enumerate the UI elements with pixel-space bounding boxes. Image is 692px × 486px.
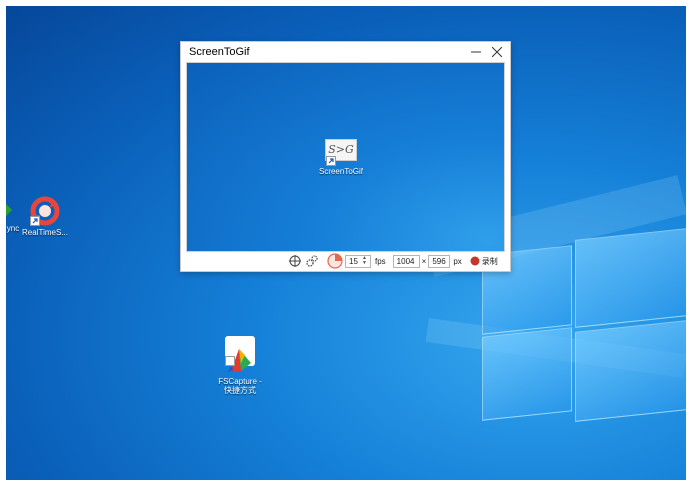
crosshair-icon [289,255,301,267]
close-button[interactable] [486,42,508,61]
gears-icon [306,255,318,267]
sync-app-icon [6,198,18,222]
close-icon [492,46,502,57]
fps-stepper[interactable]: ▲ ▼ [362,256,367,266]
desktop-icon-realtimesync[interactable]: RealTimeS... [18,196,72,237]
fps-label: fps [375,256,386,266]
options-button[interactable] [303,253,321,269]
desktop-icon-fscapture[interactable]: FSCapture - 快捷方式 [212,327,268,404]
window-title: ScreenToGif [189,46,250,58]
width-input[interactable]: 1004 [392,254,420,268]
record-dial-icon [327,253,343,269]
shortcut-arrow-icon [225,356,235,373]
fps-value: 15 [349,256,358,266]
fps-input[interactable]: 15 ▲ ▼ [345,254,371,268]
desktop-icon-label: FSCapture - 快捷方式 [218,377,262,395]
record-button[interactable]: 录制 [470,256,498,267]
height-input[interactable]: 596 [428,254,451,268]
screentogif-logo-text: S>G [328,143,354,156]
screentogif-window: ScreenToGif S>G ScreenToGif 15 ▲ ▼ fps 1… [180,41,511,272]
windows-logo [482,228,686,422]
desktop-icon-label: RealTimeS... [22,228,68,237]
shortcut-arrow-icon [30,216,40,226]
fscapture-icon [225,336,255,373]
realtimesync-icon [30,196,60,226]
capture-area: S>G ScreenToGif [186,62,505,252]
record-label: 录制 [481,256,498,266]
desktop-icon-label: ScreenToGif [318,167,364,176]
recorder-toolbar: 15 ▲ ▼ fps 1004 × 596 px 录制 [181,251,510,271]
width-value: 1004 [396,256,415,266]
shortcut-arrow-icon [326,156,336,166]
desktop-icon-screentogif[interactable]: S>G ScreenToGif [313,139,369,176]
px-label: px [453,256,462,266]
record-icon [470,256,480,266]
dimension-separator: × [421,256,427,266]
stepper-down-icon[interactable]: ▼ [362,261,367,266]
minimize-button[interactable] [465,42,487,61]
recorder-mode-button[interactable] [325,252,345,270]
screentogif-logo-icon: S>G [325,139,357,166]
height-value: 596 [432,256,446,266]
minimize-icon [471,51,481,52]
snap-to-window-button[interactable] [287,253,303,269]
